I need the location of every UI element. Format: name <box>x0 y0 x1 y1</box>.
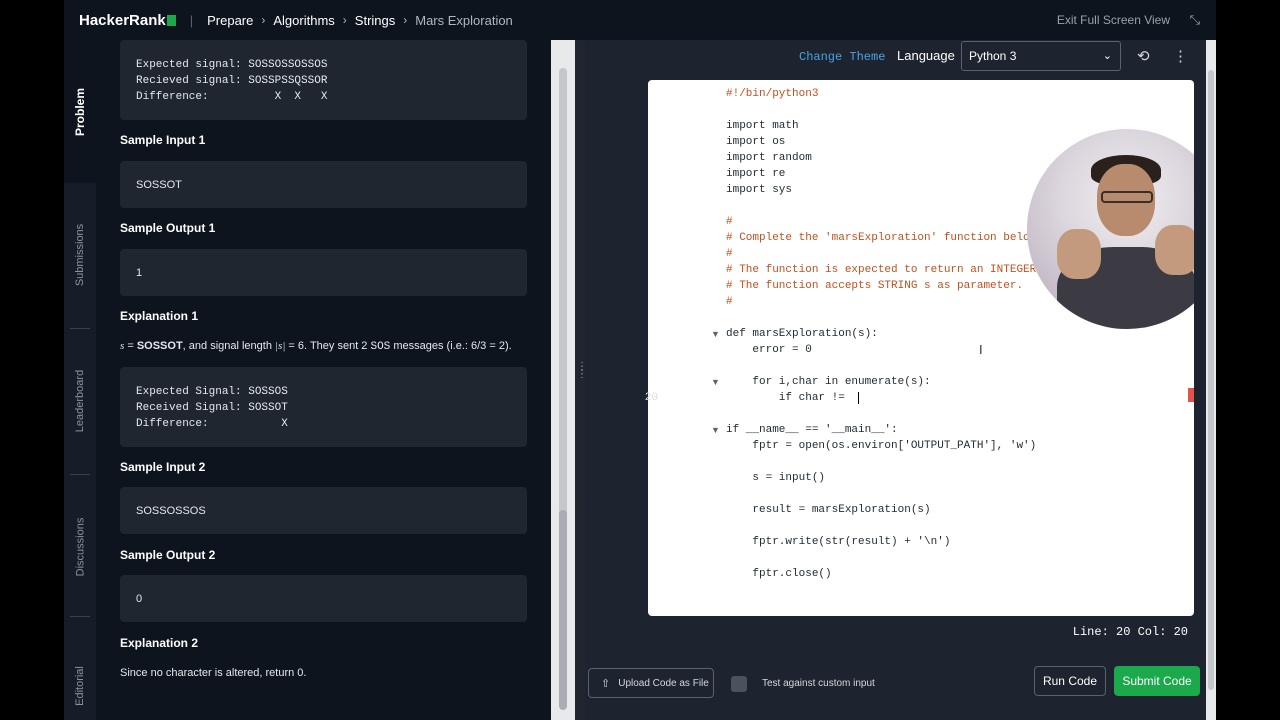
sample-input-1-heading: Sample Input 1 <box>120 133 206 147</box>
run-code-button[interactable]: Run Code <box>1034 666 1106 696</box>
chevron-right-icon: › <box>403 13 408 27</box>
code-line: def marsExploration(s): <box>726 328 878 340</box>
language-value: Python 3 <box>969 49 1017 63</box>
sample-output-1: 1 <box>120 249 527 296</box>
chevron-down-icon: ⌄ <box>1102 50 1112 62</box>
editor-pane: ⋮ ⋮ ⋮ Change Theme Language Python 3 ⌄ ⟲ ⋮… <box>575 40 1216 720</box>
breadcrumb-current: Mars Exploration <box>415 12 513 28</box>
code-line: # <box>726 248 733 260</box>
tab-editorial[interactable]: Editorial <box>64 646 96 720</box>
fold-arrow-icon[interactable]: ▼ <box>711 329 720 339</box>
code-line: s = input() <box>726 472 826 484</box>
tab-leaderboard[interactable]: Leaderboard <box>64 336 96 466</box>
logo-square-icon <box>166 14 176 26</box>
code-line: fptr = open(os.environ['OUTPUT_PATH'], '… <box>726 440 1037 452</box>
pane-splitter[interactable]: ⋮ ⋮ ⋮ <box>575 40 587 720</box>
sample-input-1: SOSSOT <box>120 161 527 208</box>
code-line: error = 0 <box>726 344 812 356</box>
hand-left <box>1057 229 1101 279</box>
tab-problem[interactable]: Problem <box>64 40 96 183</box>
code-line: # The function accepts STRING s as param… <box>726 280 1024 292</box>
sample-input-2-heading: Sample Input 2 <box>120 460 206 474</box>
code-line: result = marsExploration(s) <box>726 504 931 516</box>
code-line: import sys <box>726 184 793 196</box>
cursor-position: Line: 20 Col: 20 <box>1072 625 1188 639</box>
chevron-right-icon: › <box>261 13 266 27</box>
action-bar: ⇧ Upload Code as File Test against custo… <box>585 650 1216 720</box>
sample-output-2: 0 <box>120 575 527 622</box>
tab-discussions[interactable]: Discussions <box>64 482 96 612</box>
scrollbar-thumb[interactable] <box>559 510 567 710</box>
code-line: if __name__ == '__main__': <box>726 424 898 436</box>
code-line: #!/bin/python3 <box>726 88 819 100</box>
breadcrumb-algorithms[interactable]: Algorithms <box>273 13 334 28</box>
history-icon[interactable]: ⟲ <box>1137 47 1150 65</box>
code-line: # The function is expected to return an … <box>726 264 1043 276</box>
app-window: HackerRank | Prepare › Algorithms › Stri… <box>64 0 1216 720</box>
code-line: import os <box>726 136 786 148</box>
top-bar: HackerRank | Prepare › Algorithms › Stri… <box>64 0 1216 40</box>
change-theme-link[interactable]: Change Theme <box>799 49 885 65</box>
divider <box>70 616 90 617</box>
text-cursor <box>858 392 859 404</box>
divider: | <box>189 12 194 28</box>
explanation-1-heading: Explanation 1 <box>120 309 199 323</box>
error-marker <box>1188 388 1194 402</box>
drag-handle-icon[interactable]: ⋮ ⋮ ⋮ <box>577 362 587 380</box>
code-line: # <box>726 296 733 308</box>
line-number: 20 <box>644 392 658 404</box>
code-line: fptr.write(str(result) + '\n') <box>726 536 951 548</box>
exit-fullscreen-icon[interactable]: ⤡ <box>1190 12 1200 28</box>
mouse-ibeam-icon: I <box>979 342 983 357</box>
submit-code-button[interactable]: Submit Code <box>1114 666 1200 696</box>
code-line: # <box>726 216 733 228</box>
breadcrumb-prepare[interactable]: Prepare <box>207 13 253 28</box>
custom-input-label[interactable]: Test against custom input <box>762 678 875 689</box>
explanation-1-text: s = SOSSOT, and signal length |s| = 6. T… <box>120 340 512 353</box>
divider <box>70 474 90 475</box>
sample-output-2-heading: Sample Output 2 <box>120 548 216 562</box>
explanation-2-text: Since no character is altered, return 0. <box>120 667 307 679</box>
code-line: import re <box>726 168 786 180</box>
problem-pane[interactable]: Expected signal: SOSSOSSOSSOS Recieved s… <box>96 40 551 720</box>
code-line: import math <box>726 120 799 132</box>
code-line: fptr.close() <box>726 568 832 580</box>
logo-text: HackerRank <box>79 11 166 29</box>
glasses <box>1101 191 1153 203</box>
code-line: for i,char in enumerate(s): <box>726 376 931 388</box>
hackerrank-logo[interactable]: HackerRank <box>79 12 176 29</box>
code-line: if char != <box>726 392 852 404</box>
fold-arrow-icon[interactable]: ▼ <box>711 377 720 387</box>
breadcrumb-strings[interactable]: Strings <box>355 13 395 28</box>
code-line: # Complete the 'marsExploration' functio… <box>726 232 1043 244</box>
more-vertical-icon[interactable]: ⋮ <box>1173 47 1188 65</box>
upload-code-button[interactable]: ⇧ Upload Code as File <box>588 668 714 698</box>
tab-submissions[interactable]: Submissions <box>64 190 96 320</box>
custom-input-checkbox[interactable] <box>731 676 747 692</box>
language-select[interactable]: Python 3 ⌄ <box>961 41 1121 71</box>
divider <box>70 328 90 329</box>
hand-right <box>1155 225 1194 275</box>
page-scrollbar[interactable] <box>1206 40 1216 720</box>
code-editor[interactable]: fptr.close() fptr.write(str(result) + '\… <box>648 80 1194 616</box>
explanation-2-heading: Explanation 2 <box>120 636 199 650</box>
tab-rail: Problem Submissions Leaderboard Discussi… <box>64 40 96 720</box>
code-line: import random <box>726 152 812 164</box>
editor-status-bar: Line: 20 Col: 20 <box>648 616 1194 646</box>
chevron-right-icon: › <box>342 13 347 27</box>
scrollbar-thumb[interactable] <box>1208 70 1214 690</box>
code-block-signal: Expected signal: SOSSOSSOSSOS Recieved s… <box>120 40 527 120</box>
upload-icon: ⇧ <box>601 677 611 690</box>
problem-scrollbar[interactable] <box>551 40 575 720</box>
sample-input-2: SOSSOSSOS <box>120 487 527 534</box>
sample-output-1-heading: Sample Output 1 <box>120 221 216 235</box>
fold-arrow-icon[interactable]: ▼ <box>711 425 720 435</box>
exit-fullscreen-link[interactable]: Exit Full Screen View <box>1057 13 1170 27</box>
language-label: Language <box>897 48 955 63</box>
webcam-overlay-image <box>1027 129 1194 329</box>
code-block-explanation-1: Expected Signal: SOSSOS Received Signal:… <box>120 367 527 447</box>
